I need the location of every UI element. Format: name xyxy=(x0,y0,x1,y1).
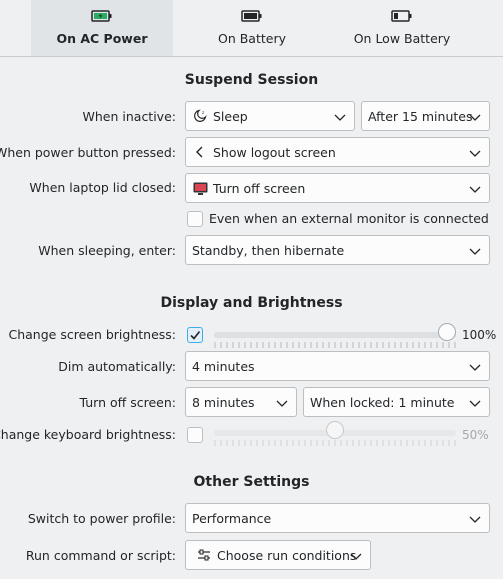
screen-brightness-label: Change screen brightness: xyxy=(8,327,176,342)
when-inactive-label: When inactive: xyxy=(82,109,176,124)
battery-full-icon xyxy=(241,10,263,22)
dim-automatically-label: Dim automatically: xyxy=(58,359,176,374)
turn-off-locked-combo[interactable]: When locked: 1 minute xyxy=(303,387,490,417)
turn-off-screen-label: Turn off screen: xyxy=(79,395,176,410)
keyboard-brightness-slider[interactable] xyxy=(214,421,456,450)
display-brightness-heading: Display and Brightness xyxy=(160,295,343,311)
screen-brightness-slider[interactable] xyxy=(214,323,456,352)
power-button-label: When power button pressed: xyxy=(0,145,176,160)
chevron-down-icon xyxy=(469,248,481,255)
power-profile-combo[interactable]: Performance xyxy=(185,503,490,533)
chevron-down-icon xyxy=(469,150,481,157)
keyboard-brightness-label: Change keyboard brightness: xyxy=(0,427,176,442)
when-inactive-delay-value: After 15 minutes xyxy=(368,108,473,124)
when-sleeping-combo[interactable]: Standby, then hibernate xyxy=(185,235,490,265)
when-inactive-delay-combo[interactable]: After 15 minutes xyxy=(361,101,490,131)
chevron-left-icon xyxy=(192,144,208,160)
power-profile-value: Performance xyxy=(192,510,272,526)
lid-closed-label: When laptop lid closed: xyxy=(29,180,176,195)
slider-fill xyxy=(214,332,456,338)
slider-ticks xyxy=(214,440,456,446)
chevron-down-icon xyxy=(334,114,346,121)
power-button-value: Show logout screen xyxy=(213,144,336,160)
other-settings-heading: Other Settings xyxy=(193,474,310,490)
tab-on-low-battery[interactable]: On Low Battery xyxy=(331,0,473,56)
screen-off-icon xyxy=(192,180,208,196)
tab-label: On Battery xyxy=(218,31,286,46)
run-command-button[interactable]: Choose run conditions xyxy=(185,540,371,570)
power-profile-label: Switch to power profile: xyxy=(27,511,176,526)
settings-sliders-icon xyxy=(196,547,212,563)
screen-brightness-value: 100% xyxy=(462,328,497,342)
when-sleeping-value: Standby, then hibernate xyxy=(192,242,345,258)
run-command-label: Run command or script: xyxy=(25,548,176,563)
chevron-down-icon xyxy=(469,400,481,407)
chevron-down-icon xyxy=(469,186,481,193)
tab-bar: On AC Power On Battery On Low Battery xyxy=(0,0,503,57)
tab-on-battery[interactable]: On Battery xyxy=(181,0,323,56)
chevron-down-icon xyxy=(469,516,481,523)
svg-text:z: z xyxy=(202,110,204,115)
external-monitor-label: Even when an external monitor is connect… xyxy=(209,211,489,226)
battery-charging-icon xyxy=(91,10,113,22)
chevron-down-icon xyxy=(469,114,481,121)
slider-handle[interactable] xyxy=(326,421,344,439)
chevron-down-icon xyxy=(276,400,288,407)
checkmark-icon xyxy=(190,331,201,340)
turn-off-screen-value: 8 minutes xyxy=(192,394,255,410)
keyboard-brightness-value: 50% xyxy=(462,428,489,442)
slider-ticks xyxy=(214,342,456,348)
lid-closed-value: Turn off screen xyxy=(213,180,306,196)
dim-automatically-value: 4 minutes xyxy=(192,358,255,374)
tab-label: On AC Power xyxy=(56,31,148,46)
chevron-down-icon xyxy=(469,364,481,371)
power-button-combo[interactable]: Show logout screen xyxy=(185,137,490,167)
suspend-session-heading: Suspend Session xyxy=(184,72,319,88)
sleep-icon: z xyxy=(192,108,208,124)
dim-automatically-combo[interactable]: 4 minutes xyxy=(185,351,490,381)
keyboard-brightness-checkbox[interactable] xyxy=(187,427,203,443)
turn-off-locked-value: When locked: 1 minute xyxy=(310,394,455,410)
slider-handle[interactable] xyxy=(438,323,456,341)
when-sleeping-label: When sleeping, enter: xyxy=(38,243,176,258)
tab-on-ac-power[interactable]: On AC Power xyxy=(31,0,173,56)
external-monitor-checkbox[interactable] xyxy=(187,211,203,227)
battery-low-icon xyxy=(391,10,413,22)
tab-label: On Low Battery xyxy=(353,31,451,46)
when-inactive-value: Sleep xyxy=(213,108,248,124)
screen-brightness-checkbox[interactable] xyxy=(187,327,203,343)
turn-off-screen-combo[interactable]: 8 minutes xyxy=(185,387,297,417)
lid-closed-combo[interactable]: Turn off screen xyxy=(185,173,490,203)
run-command-value: Choose run conditions xyxy=(217,547,357,563)
chevron-down-icon xyxy=(350,553,362,560)
when-inactive-combo[interactable]: z Sleep xyxy=(185,101,355,131)
